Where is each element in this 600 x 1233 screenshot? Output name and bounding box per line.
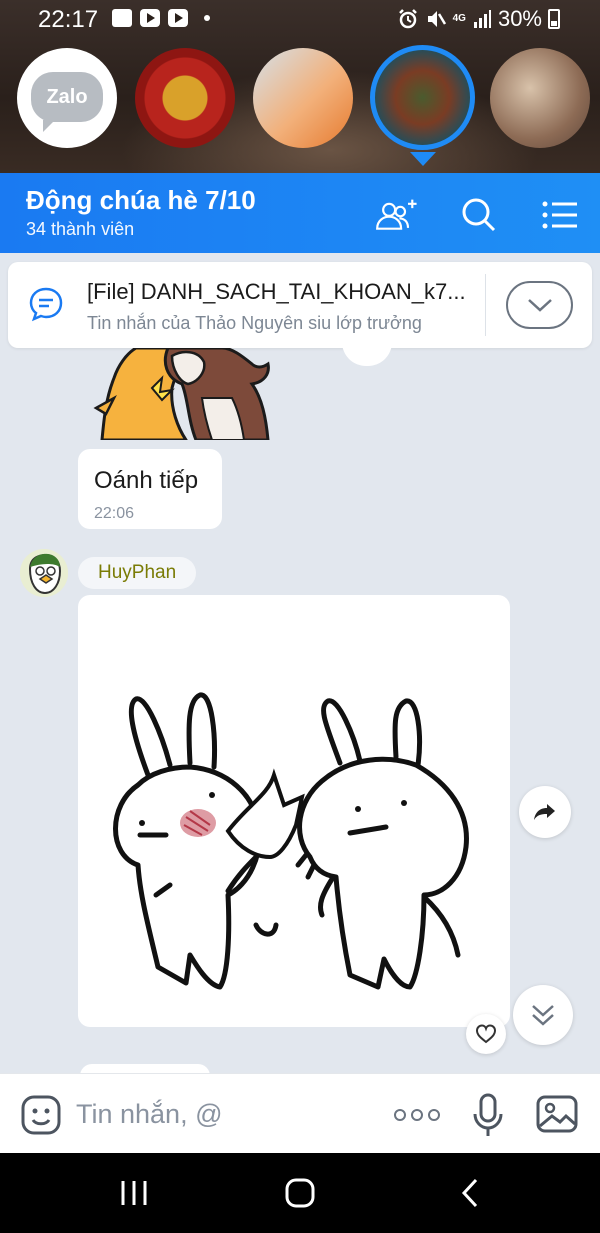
pinned-subtitle: Tin nhắn của Thảo Nguyên siu lớp trưởng <box>87 313 422 333</box>
double-chevron-down-icon <box>532 1005 554 1026</box>
alarm-icon <box>398 9 417 29</box>
story-bubbles: Zalo <box>0 45 600 166</box>
home-button[interactable] <box>280 1173 320 1213</box>
image-icon <box>536 1095 578 1133</box>
message-bubble[interactable]: Oánh tiếp 22:06 <box>78 449 222 529</box>
youtube-icon <box>168 9 188 27</box>
youtube-icon <box>140 9 160 27</box>
chat-bubble-soviet-emblem[interactable] <box>135 48 235 148</box>
group-name[interactable]: Động chúa hè 7/10 <box>26 185 256 216</box>
status-bar: 22:17 4G 30% <box>0 0 600 40</box>
forward-icon <box>534 804 555 820</box>
avatar[interactable] <box>20 549 68 597</box>
mute-icon <box>427 11 446 27</box>
notification-icons <box>112 9 210 27</box>
member-count: 34 thành viên <box>26 219 135 239</box>
sticker-message[interactable] <box>78 595 510 1027</box>
menu-button[interactable] <box>536 191 584 239</box>
zalo-bubble[interactable]: Zalo <box>17 48 117 148</box>
more-notifications-icon <box>204 15 210 21</box>
gallery-icon <box>112 9 132 27</box>
dot-icon <box>428 1109 440 1121</box>
chat-header: Động chúa hè 7/10 34 thành viên <box>0 173 600 253</box>
sticker-fox-partial[interactable] <box>92 348 272 440</box>
chat-bubble-collage-active[interactable] <box>370 45 475 150</box>
search-icon <box>462 198 496 232</box>
home-icon <box>285 1178 315 1208</box>
message-icon <box>29 287 63 322</box>
chat-bubble-soldiers[interactable] <box>490 48 590 148</box>
status-time: 22:17 <box>38 6 99 33</box>
chevron-down-icon <box>527 299 552 312</box>
voice-button[interactable] <box>472 1092 504 1138</box>
message-time: 22:06 <box>94 505 135 522</box>
chat-bubble-drinks[interactable] <box>253 48 353 148</box>
sticker-rabbits <box>113 692 469 990</box>
scroll-to-bottom-button[interactable] <box>513 985 573 1045</box>
divider <box>485 274 486 336</box>
zalo-logo: Zalo <box>31 72 103 132</box>
expand-pinned-button[interactable] <box>506 281 573 329</box>
recents-button[interactable] <box>114 1173 154 1213</box>
like-button[interactable] <box>466 1014 506 1054</box>
composer <box>0 1073 600 1153</box>
heart-icon <box>475 1024 497 1044</box>
back-icon <box>461 1178 478 1208</box>
list-menu-icon <box>542 201 577 229</box>
system-icons: 4G 30% <box>397 6 560 32</box>
emoji-button[interactable] <box>20 1094 62 1136</box>
message-text: Oánh tiếp <box>94 467 199 494</box>
android-nav-bar <box>0 1153 600 1233</box>
active-bubble-pointer <box>410 152 436 166</box>
more-options-button[interactable] <box>394 1100 442 1130</box>
photo-button[interactable] <box>535 1094 579 1134</box>
pinned-title: [File] DANH_SACH_TAI_KHOAN_k7... <box>87 279 466 304</box>
add-member-button[interactable] <box>372 191 420 239</box>
back-button[interactable] <box>450 1173 490 1213</box>
search-button[interactable] <box>455 191 503 239</box>
sender-name[interactable]: HuyPhan <box>78 557 197 589</box>
network-type: 4G <box>452 13 466 24</box>
signal-icon <box>473 10 491 28</box>
battery-icon <box>548 9 560 29</box>
add-member-icon <box>376 199 417 230</box>
recents-icon <box>121 1181 147 1205</box>
reaction-button-partial[interactable] <box>342 342 392 366</box>
dot-icon <box>411 1109 423 1121</box>
dot-icon <box>394 1109 406 1121</box>
battery-percent: 30% <box>497 6 542 31</box>
message-input[interactable] <box>76 1096 376 1132</box>
forward-button[interactable] <box>519 786 571 838</box>
emoji-icon <box>21 1095 61 1135</box>
microphone-icon <box>473 1093 503 1136</box>
top-banner: 22:17 4G 30% Zalo <box>0 0 600 178</box>
pinned-message[interactable]: [File] DANH_SACH_TAI_KHOAN_k7... Tin nhắ… <box>8 262 592 348</box>
